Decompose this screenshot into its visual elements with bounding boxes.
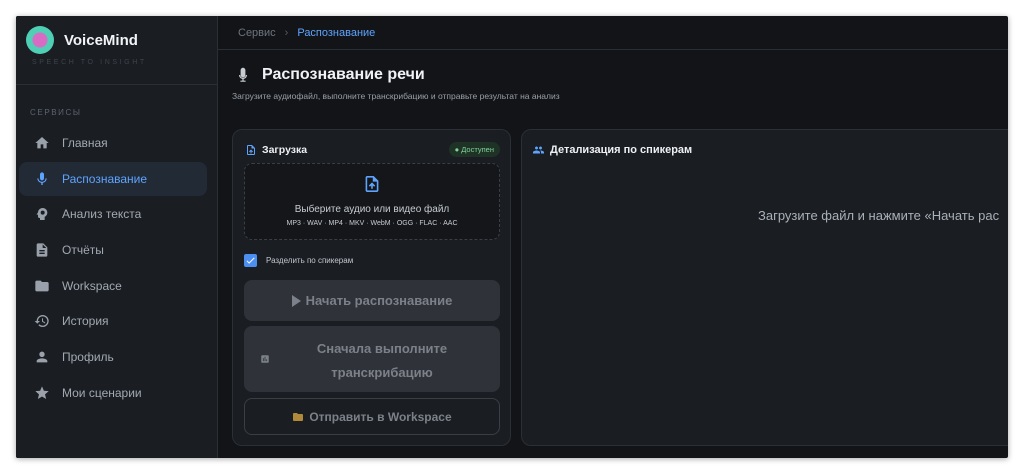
sidebar-item-label: Главная [62, 136, 108, 150]
sidebar-item-reports[interactable]: Отчёты [19, 233, 207, 267]
psychology-icon [33, 205, 51, 223]
speakers-empty-state: Загрузите файл и нажмите «Начать рас [758, 208, 1000, 223]
breadcrumb-root[interactable]: Сервис [238, 27, 276, 39]
sidebar-item-workspace[interactable]: Workspace [19, 269, 207, 303]
sidebar-item-recognition[interactable]: Распознавание [19, 161, 207, 196]
upload-card-header: Загрузка [245, 144, 307, 156]
sidebar-item-label: История [62, 314, 109, 329]
upload-icon [365, 176, 379, 192]
send-to-analysis-button[interactable]: Сначала выполните транскрибацию [244, 326, 500, 392]
speakers-card-header: Детализация по спикерам [532, 144, 692, 156]
send-to-analysis-label-line2: транскрибацию [331, 365, 433, 380]
sidebar-item-history[interactable]: История [19, 304, 207, 338]
sidebar-item-home[interactable]: Главная [19, 126, 207, 160]
sidebar-item-label: Отчёты [62, 243, 104, 258]
app-window: VoiceMind SPEECH TO INSIGHT СЕРВИСЫ Глав… [16, 16, 1008, 458]
sidebar-divider [16, 84, 218, 85]
page-title: Распознавание речи [262, 66, 425, 83]
star-icon [33, 384, 51, 402]
mic-icon [33, 170, 51, 188]
send-to-analysis-label: Сначала выполните транскрибацию [284, 337, 480, 385]
upload-card-title: Загрузка [262, 144, 308, 156]
upload-card: Загрузка ● Доступен Выберите аудио или в… [232, 129, 511, 446]
sidebar-item-label: Профиль [62, 350, 114, 365]
people-icon [533, 146, 544, 154]
breadcrumb-separator: › [284, 26, 289, 39]
send-to-workspace-label: Отправить в Workspace [309, 409, 452, 424]
home-icon [33, 134, 51, 152]
brand[interactable]: VoiceMind [26, 26, 138, 54]
play-icon [291, 294, 301, 307]
send-to-workspace-button[interactable]: Отправить в Workspace [244, 398, 500, 435]
send-to-analysis-label-line1: Сначала выполните [316, 341, 448, 356]
breadcrumb-current: Распознавание [297, 26, 376, 39]
sidebar-item-profile[interactable]: Профиль [19, 340, 207, 374]
sidebar-section-label: СЕРВИСЫ [30, 108, 82, 117]
folder-open-icon [293, 412, 304, 421]
app-logo [26, 26, 54, 54]
history-icon [33, 312, 51, 330]
speakers-card: Детализация по спикерам Загрузите файл и… [521, 129, 1008, 446]
microphone-icon [239, 67, 247, 82]
bar-chart-icon [261, 355, 269, 363]
app-tagline: SPEECH TO INSIGHT [32, 59, 147, 66]
main-content: Сервис › Распознавание Распознавание реч… [218, 16, 1008, 458]
sidebar-item-my-scenarios[interactable]: Мои сценарии [19, 376, 207, 410]
sidebar-nav: Главная Распознавание Анализ текста Отчё… [19, 126, 207, 412]
split-speakers-label: Разделить по спикерам [266, 256, 354, 265]
split-speakers-checkbox[interactable] [244, 254, 257, 267]
person-icon [33, 348, 51, 366]
sidebar-item-label: Распознавание [62, 171, 148, 186]
split-speakers-option[interactable]: Разделить по спикерам [244, 254, 353, 267]
speakers-card-title: Детализация по спикерам [550, 144, 693, 156]
sidebar-item-text-analysis[interactable]: Анализ текста [19, 197, 207, 231]
sidebar: VoiceMind SPEECH TO INSIGHT СЕРВИСЫ Глав… [16, 16, 218, 458]
app-name: VoiceMind [64, 31, 138, 49]
document-icon [33, 241, 51, 259]
folder-icon [33, 277, 51, 295]
file-dropzone[interactable]: Выберите аудио или видео файл MP3 · WAV … [244, 163, 500, 240]
page-subtitle: Загрузите аудиофайл, выполните транскриб… [232, 91, 560, 101]
check-icon [246, 257, 255, 264]
breadcrumb: Сервис › Распознавание [218, 16, 1008, 50]
status-badge: ● Доступен [448, 142, 500, 157]
sidebar-item-label: Workspace [62, 278, 122, 293]
start-recognition-label: Начать распознавание [305, 293, 453, 308]
sidebar-item-label: Мои сценарии [62, 385, 142, 400]
page-header: Распознавание речи [236, 66, 425, 84]
dropzone-title: Выберите аудио или видео файл [294, 204, 450, 215]
start-recognition-button[interactable]: Начать распознавание [244, 280, 500, 321]
sidebar-item-label: Анализ текста [62, 207, 142, 222]
dropzone-formats: MP3 · WAV · MP4 · MKV · WebM · OGG · FLA… [286, 220, 458, 227]
upload-file-icon [247, 145, 255, 155]
